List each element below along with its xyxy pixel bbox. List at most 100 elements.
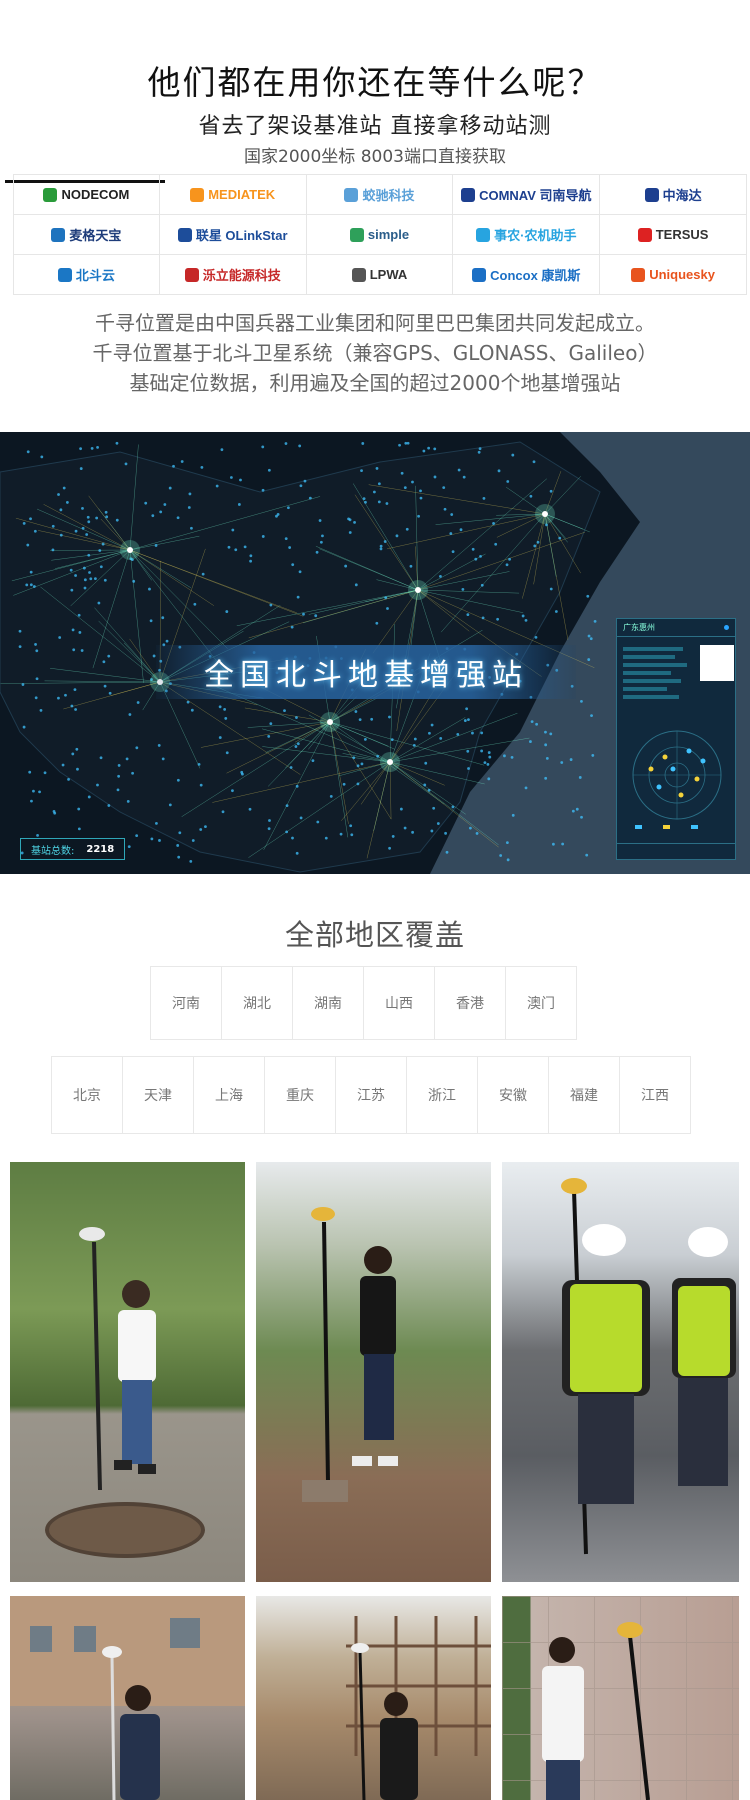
map-graphic-mark [73,688,77,691]
map-graphic-mark [77,807,81,811]
logo-mark-icon [351,267,366,282]
map-graphic-mark [28,770,32,774]
map-graphic-mark [103,578,107,582]
map-graphic-mark [467,718,470,721]
map-graphic-mark [225,751,229,755]
map-graphic-mark [457,468,461,472]
map-graphic-mark [390,738,394,742]
map-graphic-mark [65,501,69,504]
map-graphic-mark [218,736,222,739]
partner-logo-content: 麦格天宝 [51,225,121,244]
surveyor-pair-figure [561,1178,736,1555]
map-graphic-mark [506,480,510,483]
map-graphic-mark [428,731,431,735]
map-graphic-mark [411,830,414,834]
map-graphic-mark [59,533,63,537]
map-graphic-mark [132,579,136,583]
map-graphic-mark [127,547,133,553]
map-graphic-mark [99,565,103,569]
map-graphic-mark [571,809,575,813]
partner-logo-content: Concox 康凯斯 [472,265,580,284]
partner-logo-text: 事农·农机助手 [494,228,577,243]
map-graphic-mark [267,734,271,738]
logo-mark-icon [43,187,58,202]
region-cell: 福建 [549,1057,620,1133]
map-graphic-mark [465,707,469,711]
map-graphic-mark [225,610,229,613]
map-graphic-mark [348,531,352,534]
map-graphic-mark [494,542,498,546]
map-graphic-mark [505,563,509,567]
map-graphic-mark [463,719,467,722]
map-graphic-mark [549,732,553,736]
map-graphic-mark [412,743,416,747]
map-graphic-mark [29,583,33,587]
map-graphic-mark [128,713,132,716]
map-graphic-mark [58,636,62,639]
map-graphic-mark [471,731,474,735]
map-graphic-mark [288,546,292,549]
map-graphic-mark [413,737,417,741]
partner-logo-text: 麦格天宝 [69,228,122,243]
map-graphic-mark [64,693,67,697]
map-graphic-mark [79,467,83,470]
map-graphic-mark [261,445,265,449]
map-graphic-mark [148,587,151,591]
map-graphic-mark [81,526,85,530]
map-graphic-mark [471,547,475,551]
map-graphic-mark [315,550,319,554]
map-graphic-mark [296,595,300,599]
map-graphic-mark [375,621,379,625]
map-graphic-mark [52,810,56,813]
map-graphic-mark [488,755,492,759]
map-graphic-mark [83,578,87,582]
map-graphic-mark [311,759,315,762]
map-graphic-mark [131,771,134,775]
map-graphic-mark [383,540,387,543]
map-graphic-mark [150,837,154,841]
partner-logo-content: Uniquesky [631,267,715,282]
map-graphic-mark [229,476,233,479]
map-graphic-mark [362,497,366,501]
map-graphic-mark [544,743,548,747]
partner-logo-content: simple [349,227,410,242]
map-graphic-mark [57,493,60,496]
map-graphic-mark [249,554,253,558]
region-cell: 天津 [123,1057,194,1133]
partner-logo-content: NODECOM [43,187,129,202]
region-cell: 湖南 [293,967,364,1039]
partner-logo: Uniquesky [600,255,747,295]
map-graphic-mark [107,654,111,658]
map-graphic-mark [578,776,582,779]
map-graphic-mark [59,508,63,512]
intro-line-2: 千寻位置基于北斗卫星系统（兼容GPS、GLONASS、Galileo） [92,341,658,365]
map-graphic-mark [593,619,597,623]
map-graphic-mark [237,503,241,506]
map-graphic-mark [415,587,421,593]
map-graphic-mark [21,683,25,686]
map-graphic-mark [449,532,453,535]
partner-logo-text: simple [367,227,410,242]
map-graphic-mark [353,521,356,524]
map-graphic-mark [403,486,407,490]
partner-logo: 联星 OLinkStar [159,215,307,255]
map-graphic-mark [135,746,139,750]
partner-logo: 麦格天宝 [13,215,160,255]
map-graphic-mark [25,583,29,587]
map-graphic-mark [290,625,294,629]
map-graphic-mark [125,757,129,761]
partner-logo: 蛟驰科技 [306,175,454,215]
map-graphic-mark [443,507,447,511]
map-graphic-mark [480,749,484,753]
partner-logo: COMNAV 司南导航 [453,175,601,215]
map-graphic-mark [116,788,120,792]
map-graphic-mark [358,718,362,721]
map-graphic-mark [154,544,158,547]
map-graphic-mark [51,548,55,552]
partner-logo-content: COMNAV 司南导航 [461,185,592,204]
map-graphic-mark [554,610,558,613]
map-graphic-mark [35,677,39,681]
map-graphic-mark [524,619,528,622]
map-graphic-mark [158,839,161,842]
map-graphic-mark [29,570,33,574]
